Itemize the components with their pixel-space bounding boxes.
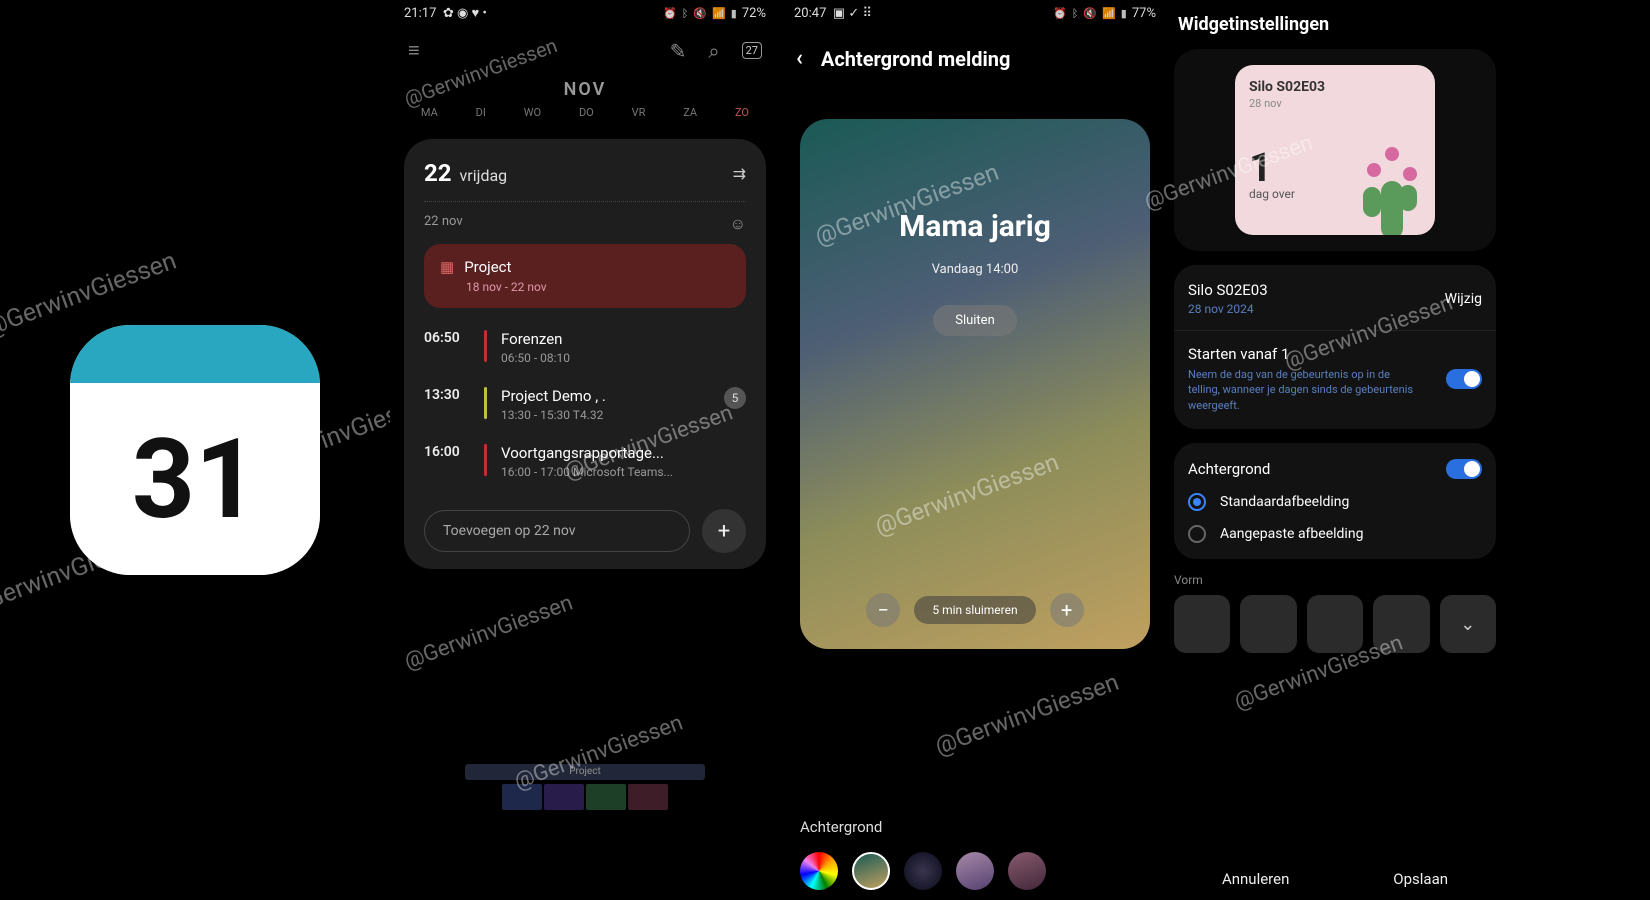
event-date: 28 nov 2024	[1188, 302, 1268, 316]
status-bar: 20:47 ▣ ✓ ⠿ ⏰ᛒ🔇📶▮ 77%	[780, 0, 1170, 26]
event-row[interactable]: 06:50 Forenzen 06:50 - 08:10	[424, 330, 746, 365]
add-event-button[interactable]: Toevoegen op 22 nov	[424, 510, 690, 552]
day-of-week-row: MADIWODOVRZAZO	[402, 106, 768, 119]
alarm-subtitle: Vandaag 14:00	[932, 262, 1019, 277]
status-bar: 21:17 ✿ ◉ ♥ • ⏰ ᛒ 🔇 📶 ▮ 72%	[390, 0, 780, 26]
close-button[interactable]: Sluiten	[933, 305, 1017, 336]
signal-icon: ▮	[731, 7, 737, 20]
radio-custom-image[interactable]: Aangepaste afbeelding	[1188, 525, 1482, 543]
background-swatches	[800, 852, 1046, 890]
menu-icon[interactable]: ≡	[408, 38, 420, 63]
widget-preview: Silo S02E03 28 nov 1 dag over	[1174, 49, 1496, 251]
shape-label: Vorm	[1174, 573, 1496, 587]
today-button[interactable]: 27	[742, 42, 762, 59]
edit-button[interactable]: Wijzig	[1445, 291, 1482, 307]
minus-button[interactable]: −	[866, 593, 900, 627]
edit-icon[interactable]: ✎	[670, 39, 687, 63]
event-row[interactable]: 13:30 Project Demo , . 13:30 - 15:30 T4.…	[424, 387, 746, 422]
agenda-icon[interactable]: ⇉	[733, 164, 746, 183]
shape-option[interactable]	[1373, 595, 1429, 653]
start-from-toggle[interactable]	[1446, 369, 1482, 389]
alarm-icon: ⏰	[663, 7, 677, 20]
event-row[interactable]: 16:00 Voortgangsrapportage... 16:00 - 17…	[424, 444, 746, 479]
day-number: 22	[424, 159, 452, 187]
shape-option[interactable]	[1174, 595, 1230, 653]
month-label: NOV	[390, 79, 780, 100]
project-banner[interactable]: ▦Project 18 nov - 22 nov	[424, 244, 746, 308]
emoji-icon[interactable]: ☺	[730, 214, 746, 234]
calendar-icon-day: 31	[70, 383, 320, 575]
calendar-icon: ▦	[440, 258, 454, 276]
plus-button[interactable]: +	[702, 509, 746, 553]
calendar-app-icon: 31	[70, 325, 320, 575]
start-from-label: Starten vanaf 1	[1188, 345, 1418, 363]
swatch-multicolor[interactable]	[800, 852, 838, 890]
snooze-button[interactable]: 5 min sluimeren	[914, 596, 1035, 624]
mute-icon: 🔇	[693, 7, 707, 20]
swatch-teal-amber[interactable]	[852, 852, 890, 890]
background-calendar: Project	[390, 764, 780, 810]
shape-option[interactable]	[1307, 595, 1363, 653]
background-toggle[interactable]	[1446, 459, 1482, 479]
page-title: Widgetinstellingen	[1170, 0, 1500, 49]
swatch-mauve[interactable]	[1008, 852, 1046, 890]
page-title: Achtergrond melding	[821, 47, 1011, 71]
radio-default-image[interactable]: Standaardafbeelding	[1188, 493, 1482, 511]
background-label: Achtergrond	[1188, 460, 1270, 478]
save-button[interactable]: Opslaan	[1393, 870, 1448, 888]
event-name: Silo S02E03	[1188, 281, 1268, 299]
alarm-title: Mama jarig	[899, 209, 1051, 244]
bluetooth-icon: ᛒ	[682, 7, 689, 20]
cancel-button[interactable]: Annuleren	[1222, 870, 1289, 888]
background-section-label: Achtergrond	[800, 818, 882, 836]
search-icon[interactable]: ⌕	[708, 39, 719, 63]
plus-button[interactable]: +	[1050, 593, 1084, 627]
day-detail-card: 22 vrijdag ⇉ 22 nov ☺ ▦Project 18 nov - …	[404, 139, 766, 569]
wifi-icon: 📶	[712, 7, 726, 20]
attendee-badge: 5	[724, 387, 746, 409]
alarm-preview-card: Mama jarig Vandaag 14:00 Sluiten − 5 min…	[800, 119, 1150, 649]
swatch-dark-purple[interactable]	[904, 852, 942, 890]
swatch-pink-purple[interactable]	[956, 852, 994, 890]
shape-options: ⌄	[1174, 595, 1496, 653]
shape-option[interactable]	[1240, 595, 1296, 653]
back-icon[interactable]: ‹	[796, 46, 803, 71]
day-name: vrijdag	[460, 166, 508, 185]
shape-more[interactable]: ⌄	[1440, 595, 1496, 653]
cactus-illustration	[1357, 149, 1427, 235]
